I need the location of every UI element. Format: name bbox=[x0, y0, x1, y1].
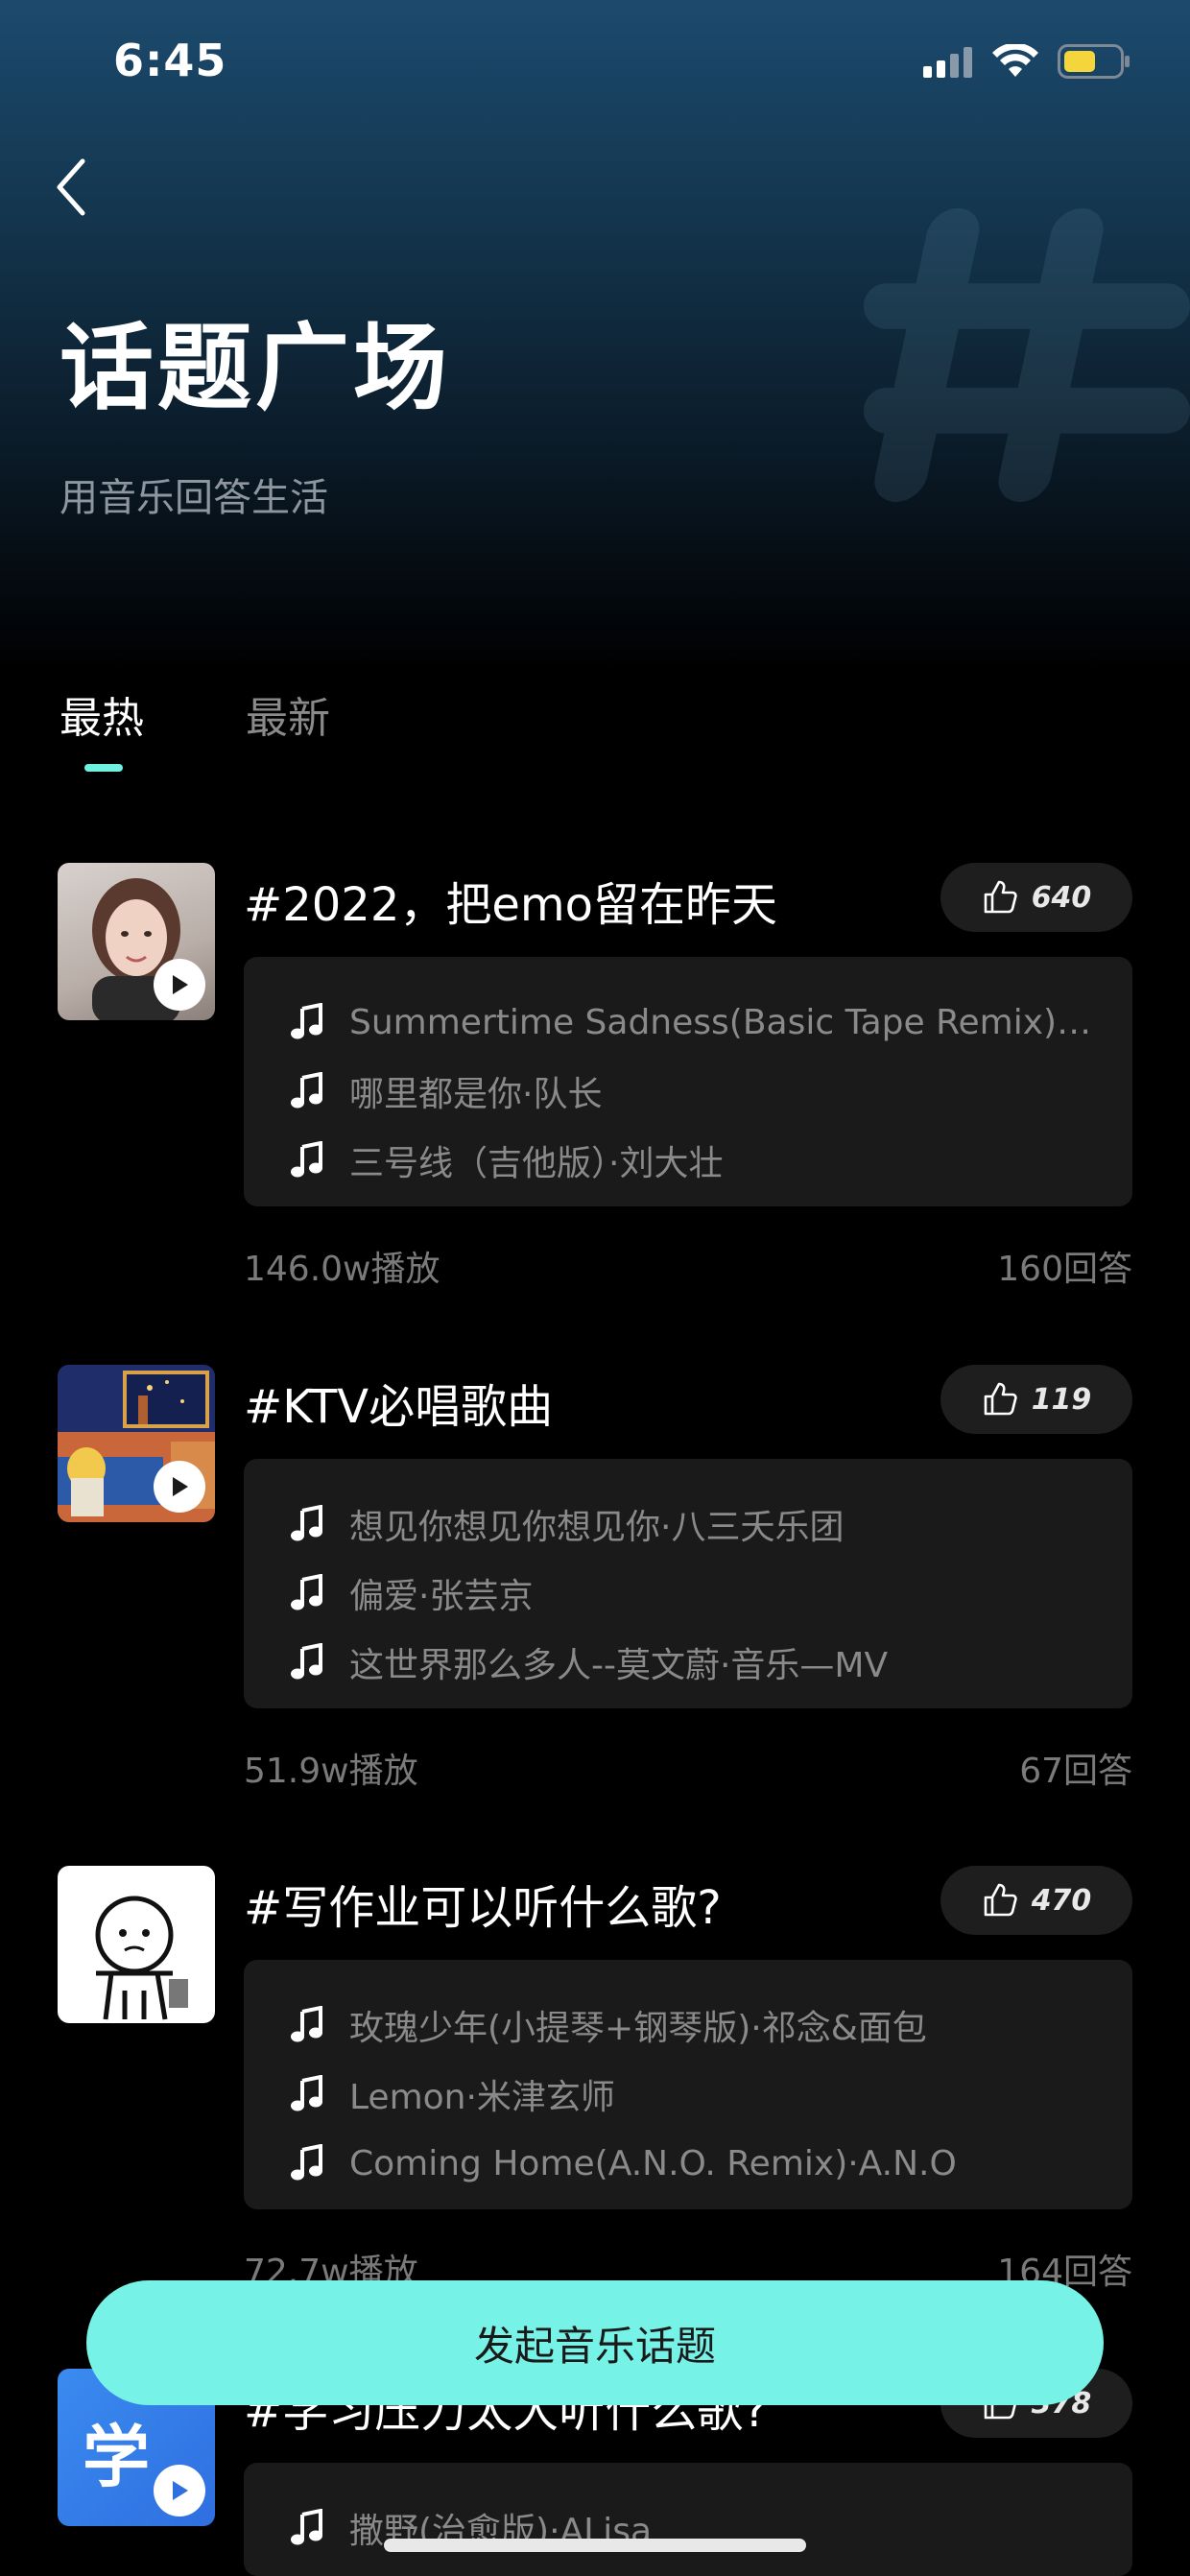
play-button[interactable] bbox=[154, 1461, 205, 1513]
thumbs-up-icon bbox=[984, 1883, 1017, 1917]
page-subtitle: 用音乐回答生活 bbox=[60, 476, 328, 520]
song-item[interactable]: 撒野(治愈版)·ALisa bbox=[290, 2493, 1132, 2563]
like-count: 470 bbox=[1031, 1883, 1092, 1918]
cellular-signal-icon bbox=[923, 47, 972, 78]
music-note-icon bbox=[291, 2509, 322, 2545]
song-item[interactable]: 这世界那么多人--莫文蔚·音乐—MV bbox=[290, 1628, 1132, 1697]
song-list: Summertime Sadness(Basic Tape Remix)·La.… bbox=[244, 957, 1132, 1206]
play-count: 51.9w播放 bbox=[244, 1752, 418, 1791]
sketch-character-image bbox=[95, 1896, 188, 2020]
topic-thumbnail[interactable] bbox=[58, 1866, 215, 2023]
thumbs-up-icon bbox=[984, 1382, 1017, 1416]
create-topic-button[interactable]: 发起音乐话题 bbox=[86, 2280, 1104, 2405]
song-item[interactable]: Lemon·米津玄师 bbox=[290, 2060, 1132, 2129]
play-icon bbox=[173, 1477, 188, 1496]
song-title: 哪里都是你·队长 bbox=[349, 1075, 603, 1114]
topic-title[interactable]: #2022，把emo留在昨天 bbox=[244, 867, 777, 934]
play-icon bbox=[173, 2481, 188, 2500]
hashtag-watermark-icon bbox=[864, 208, 1190, 502]
play-button[interactable] bbox=[154, 2465, 205, 2516]
song-item[interactable]: 三号线（吉他版）·刘大壮 bbox=[290, 1126, 1132, 1195]
song-item[interactable]: 偏爱·张芸京 bbox=[290, 1559, 1132, 1628]
answer-count: 67回答 bbox=[1019, 1752, 1132, 1791]
like-button[interactable]: 640 bbox=[940, 863, 1132, 932]
chevron-left-icon bbox=[57, 158, 85, 216]
play-icon bbox=[173, 975, 188, 994]
play-button[interactable] bbox=[154, 959, 205, 1011]
song-title: 玫瑰少年(小提琴+钢琴版)·祁念&面包 bbox=[349, 2009, 927, 2048]
song-list: 想见你想见你想见你·八三夭乐团 偏爱·张芸京 这世界那么多人--莫文蔚·音乐—M… bbox=[244, 1459, 1132, 1708]
back-button[interactable] bbox=[50, 154, 98, 221]
tab-hottest[interactable]: 最热 bbox=[60, 683, 144, 772]
status-bar: 6:45 bbox=[0, 0, 1190, 125]
song-title: Coming Home(A.N.O. Remix)·A.N.O bbox=[349, 2143, 957, 2183]
song-item[interactable]: Summertime Sadness(Basic Tape Remix)·La.… bbox=[290, 988, 1132, 1057]
song-title: Summertime Sadness(Basic Tape Remix)·La.… bbox=[349, 1002, 1098, 1042]
song-title: 这世界那么多人--莫文蔚·音乐—MV bbox=[349, 1646, 889, 1685]
music-note-icon bbox=[291, 1505, 322, 1541]
music-note-icon bbox=[291, 2075, 322, 2111]
wifi-icon bbox=[992, 44, 1038, 77]
music-note-icon bbox=[291, 1003, 322, 1039]
song-title: 想见你想见你想见你·八三夭乐团 bbox=[349, 1508, 845, 1547]
like-button[interactable]: 470 bbox=[940, 1866, 1132, 1935]
topic-card[interactable]: #2022，把emo留在昨天 640 Summertime Sadness(Ba… bbox=[0, 863, 1190, 1343]
music-note-icon bbox=[291, 1141, 322, 1178]
play-count: 146.0w播放 bbox=[244, 1250, 440, 1289]
status-time: 6:45 bbox=[113, 35, 227, 86]
song-title: 偏爱·张芸京 bbox=[349, 1577, 534, 1616]
topic-title[interactable]: #写作业可以听什么歌? bbox=[244, 1870, 722, 1937]
like-count: 119 bbox=[1031, 1382, 1092, 1417]
like-button[interactable]: 119 bbox=[940, 1365, 1132, 1434]
song-item[interactable]: 哪里都是你·队长 bbox=[290, 1057, 1132, 1126]
music-note-icon bbox=[291, 1643, 322, 1680]
music-note-icon bbox=[291, 1574, 322, 1610]
song-list: 撒野(治愈版)·ALisa bbox=[244, 2463, 1132, 2576]
music-note-icon bbox=[291, 1072, 322, 1109]
music-note-icon bbox=[291, 2006, 322, 2042]
topic-thumbnail[interactable] bbox=[58, 1365, 215, 1522]
topic-thumbnail[interactable] bbox=[58, 863, 215, 1020]
like-count: 640 bbox=[1031, 880, 1092, 915]
status-icons bbox=[923, 44, 1130, 79]
song-title: Lemon·米津玄师 bbox=[349, 2078, 615, 2117]
thumbs-up-icon bbox=[984, 880, 1017, 914]
home-indicator[interactable] bbox=[384, 2539, 806, 2552]
song-item[interactable]: Coming Home(A.N.O. Remix)·A.N.O bbox=[290, 2129, 1132, 2198]
song-list: 玫瑰少年(小提琴+钢琴版)·祁念&面包 Lemon·米津玄师 Coming Ho… bbox=[244, 1960, 1132, 2209]
tab-newest[interactable]: 最新 bbox=[246, 683, 330, 772]
topic-card[interactable]: #写作业可以听什么歌? 470 玫瑰少年(小提琴+钢琴版)·祁念&面包 Lemo… bbox=[0, 1866, 1190, 2346]
song-title: 三号线（吉他版）·刘大壮 bbox=[349, 1144, 724, 1183]
topic-title[interactable]: #KTV必唱歌曲 bbox=[244, 1369, 553, 1436]
song-item[interactable]: 想见你想见你想见你·八三夭乐团 bbox=[290, 1490, 1132, 1559]
tab-bar: 最热 最新 bbox=[60, 683, 330, 772]
topic-card[interactable]: #KTV必唱歌曲 119 想见你想见你想见你·八三夭乐团 偏爱·张芸京 这世界那… bbox=[0, 1365, 1190, 1845]
thumbnail-character: 学 bbox=[83, 2418, 150, 2496]
battery-icon bbox=[1058, 44, 1130, 79]
answer-count: 160回答 bbox=[997, 1250, 1132, 1289]
page-title: 话题广场 bbox=[60, 314, 452, 423]
song-item[interactable]: 玫瑰少年(小提琴+钢琴版)·祁念&面包 bbox=[290, 1991, 1132, 2060]
music-note-icon bbox=[291, 2144, 322, 2181]
